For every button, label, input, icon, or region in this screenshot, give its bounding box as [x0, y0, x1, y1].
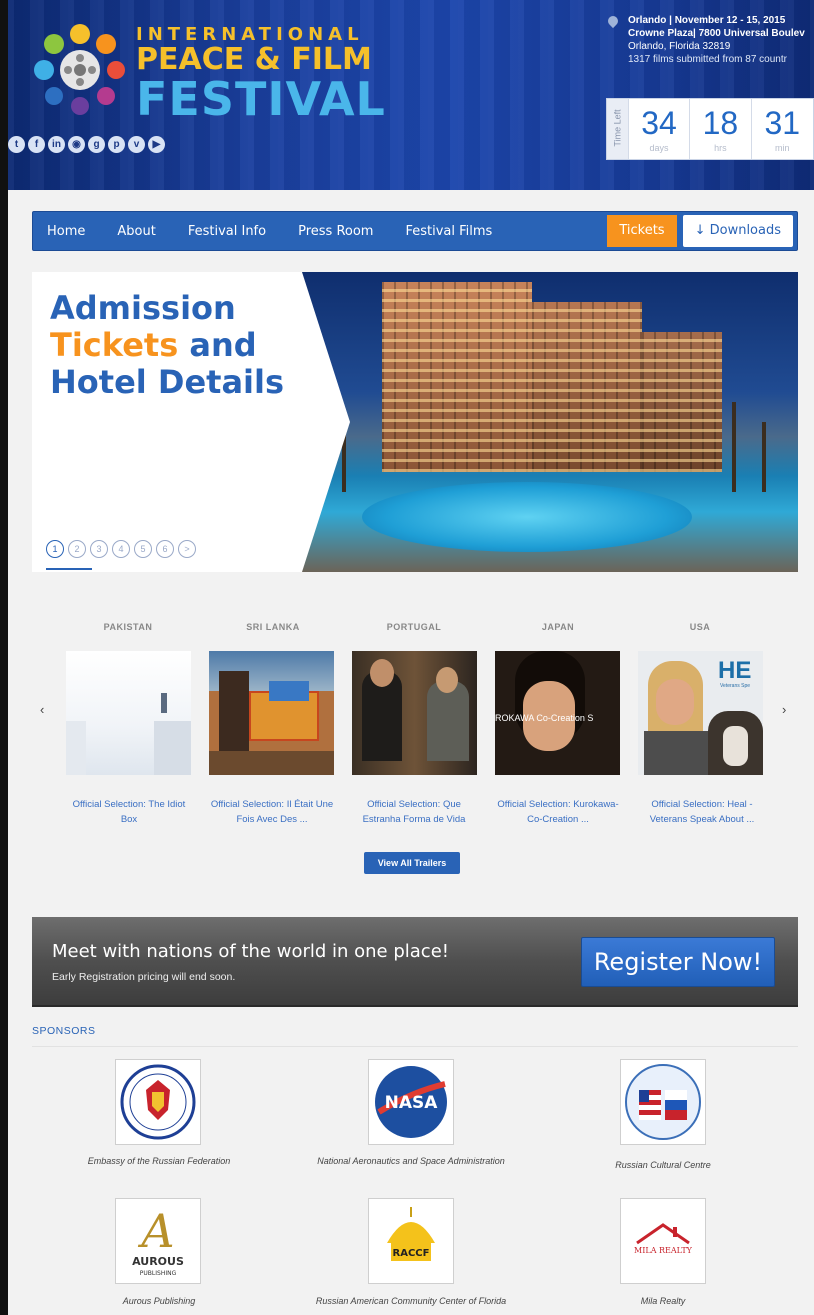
svg-text:NASA: NASA	[385, 1093, 439, 1113]
sponsor-name-mila-realty: Mila Realty	[640, 1296, 686, 1306]
thumb-overlay-subtext: Veterans Spe	[720, 683, 751, 689]
nav-festival-info[interactable]: Festival Info	[172, 224, 282, 239]
slide-4-button[interactable]: 4	[112, 540, 130, 558]
nav-home[interactable]: Home	[33, 224, 101, 239]
google-plus-icon[interactable]: g	[88, 136, 105, 153]
sponsor-name-russian-cultural-centre: Russian Cultural Centre	[615, 1160, 711, 1170]
svg-text:AUROUS: AUROUS	[132, 1255, 184, 1268]
sponsor-logo-raccf[interactable]: RACCF	[368, 1198, 454, 1284]
trailer-thumb-sri-lanka[interactable]	[209, 651, 334, 775]
slide-1-button[interactable]: 1	[46, 540, 64, 558]
mila-realty-roof-icon: MILA REALTY	[634, 1223, 693, 1255]
countdown-timer: Time Left 34 days 18 hrs 31 min	[606, 98, 814, 160]
sponsor-logo-russian-embassy[interactable]	[115, 1059, 201, 1145]
raccf-dome-icon: RACCF	[387, 1207, 435, 1261]
vimeo-icon[interactable]: v	[128, 136, 145, 153]
countdown-days: 34 days	[629, 99, 691, 159]
russian-embassy-seal-icon	[120, 1064, 196, 1140]
svg-text:A: A	[137, 1204, 174, 1258]
thumb-overlay-text: HE	[718, 657, 752, 684]
country-label-japan: JAPAN	[541, 622, 575, 632]
trailer-caption-japan[interactable]: Official Selection: Kurokawa- Co-Creatio…	[494, 797, 622, 831]
tickets-button[interactable]: Tickets	[607, 215, 677, 247]
slide-2-button[interactable]: 2	[68, 540, 86, 558]
linkedin-icon[interactable]: in	[48, 136, 65, 153]
nav-festival-films[interactable]: Festival Films	[389, 224, 508, 239]
event-date: Orlando | November 12 - 15, 2015	[628, 15, 786, 26]
trailer-thumb-portugal[interactable]	[352, 651, 477, 775]
slide-3-button[interactable]: 3	[90, 540, 108, 558]
hero-title: Admission Tickets and Hotel Details	[50, 289, 285, 401]
main-nav: Home About Festival Info Press Room Fest…	[32, 211, 798, 251]
downloads-button[interactable]: ↓ Downloads	[682, 215, 793, 247]
countdown-hours: 18 hrs	[690, 99, 752, 159]
event-info: Orlando | November 12 - 15, 2015 Crowne …	[605, 13, 814, 66]
nav-about[interactable]: About	[101, 224, 171, 239]
trailer-caption-pakistan[interactable]: Official Selection: The Idiot Box	[65, 797, 193, 831]
banner-subtitle: Early Registration pricing will end soon…	[52, 971, 236, 983]
trailer-caption-sri-lanka[interactable]: Official Selection: Il Était Une Fois Av…	[208, 797, 336, 831]
event-venue: Crowne Plaza| 7800 Universal Boulev	[628, 28, 805, 39]
trailer-thumb-usa[interactable]: HE Veterans Spe	[638, 651, 763, 775]
carousel-prev-arrow[interactable]: ‹	[40, 702, 44, 717]
country-label-sri-lanka: SRI LANKA	[246, 622, 300, 632]
country-label-usa: USA	[689, 622, 711, 632]
trailer-thumb-japan[interactable]: ROKAWA Co-Creation S	[495, 651, 620, 775]
sponsor-name-aurous-publishing: Aurous Publishing	[122, 1296, 196, 1306]
sponsor-name-raccf: Russian American Community Center of Flo…	[315, 1296, 507, 1306]
view-all-trailers-button[interactable]: View All Trailers	[364, 852, 460, 874]
rss-icon[interactable]: ◉	[68, 136, 85, 153]
countdown-minutes: 31 min	[764, 105, 801, 153]
logo-line-festival: FESTIVAL	[136, 72, 386, 126]
slider-pager: 1 2 3 4 5 6 >	[46, 540, 196, 558]
sponsor-name-russian-embassy: Embassy of the Russian Federation	[87, 1156, 231, 1166]
divider	[32, 1046, 798, 1047]
social-links: t f in ◉ g p v ▶	[8, 136, 165, 153]
left-edge	[0, 0, 8, 1315]
site-header: INTERNATIONAL PEACE & FILM FESTIVAL t f …	[8, 0, 814, 190]
hotel-photo	[302, 272, 798, 572]
aurous-publishing-icon: A AUROUS PUBLISHING	[132, 1204, 184, 1277]
svg-text:RACCF: RACCF	[393, 1248, 430, 1259]
carousel-next-arrow[interactable]: ›	[782, 702, 786, 717]
registration-banner: Meet with nations of the world in one pl…	[32, 917, 798, 1007]
russian-cultural-centre-seal-icon	[625, 1064, 701, 1140]
trailer-caption-portugal[interactable]: Official Selection: Que Estranha Forma d…	[350, 797, 478, 831]
register-now-button[interactable]: Register Now!	[581, 937, 775, 987]
trailer-caption-usa[interactable]: Official Selection: Heal - Veterans Spea…	[638, 797, 766, 831]
slide-5-button[interactable]: 5	[134, 540, 152, 558]
hero-slider: Admission Tickets and Hotel Details 1 2 …	[32, 272, 798, 572]
slide-6-button[interactable]: 6	[156, 540, 174, 558]
sponsors-heading: SPONSORS	[32, 1025, 96, 1037]
sponsor-name-nasa: National Aeronautics and Space Administr…	[317, 1156, 505, 1166]
slide-next-button[interactable]: >	[178, 540, 196, 558]
pinterest-icon[interactable]: p	[108, 136, 125, 153]
thumb-overlay-text: ROKAWA Co-Creation S	[495, 713, 594, 723]
event-city: Orlando, Florida 32819	[628, 41, 731, 52]
twitter-icon[interactable]: t	[8, 136, 25, 153]
festival-logo-icon[interactable]	[30, 20, 130, 120]
trailer-thumb-pakistan[interactable]	[66, 651, 191, 775]
facebook-icon[interactable]: f	[28, 136, 45, 153]
countdown-side-label: Time Left	[607, 99, 629, 159]
svg-text:MILA REALTY: MILA REALTY	[634, 1246, 693, 1255]
sponsor-logo-mila-realty[interactable]: MILA REALTY	[620, 1198, 706, 1284]
svg-text:PUBLISHING: PUBLISHING	[140, 1270, 177, 1277]
youtube-icon[interactable]: ▶	[148, 136, 165, 153]
banner-title: Meet with nations of the world in one pl…	[52, 941, 449, 962]
nasa-meatball-icon: NASA	[375, 1066, 447, 1138]
slide-progress	[46, 568, 92, 570]
country-label-pakistan: PAKISTAN	[103, 622, 153, 632]
sponsor-logo-aurous-publishing[interactable]: A AUROUS PUBLISHING	[115, 1198, 201, 1284]
sponsor-logo-nasa[interactable]: NASA	[368, 1059, 454, 1145]
country-label-portugal: PORTUGAL	[386, 622, 442, 632]
event-stats: 1317 films submitted from 87 countr	[628, 54, 787, 65]
sponsor-logo-russian-cultural-centre[interactable]	[620, 1059, 706, 1145]
nav-press-room[interactable]: Press Room	[282, 224, 389, 239]
